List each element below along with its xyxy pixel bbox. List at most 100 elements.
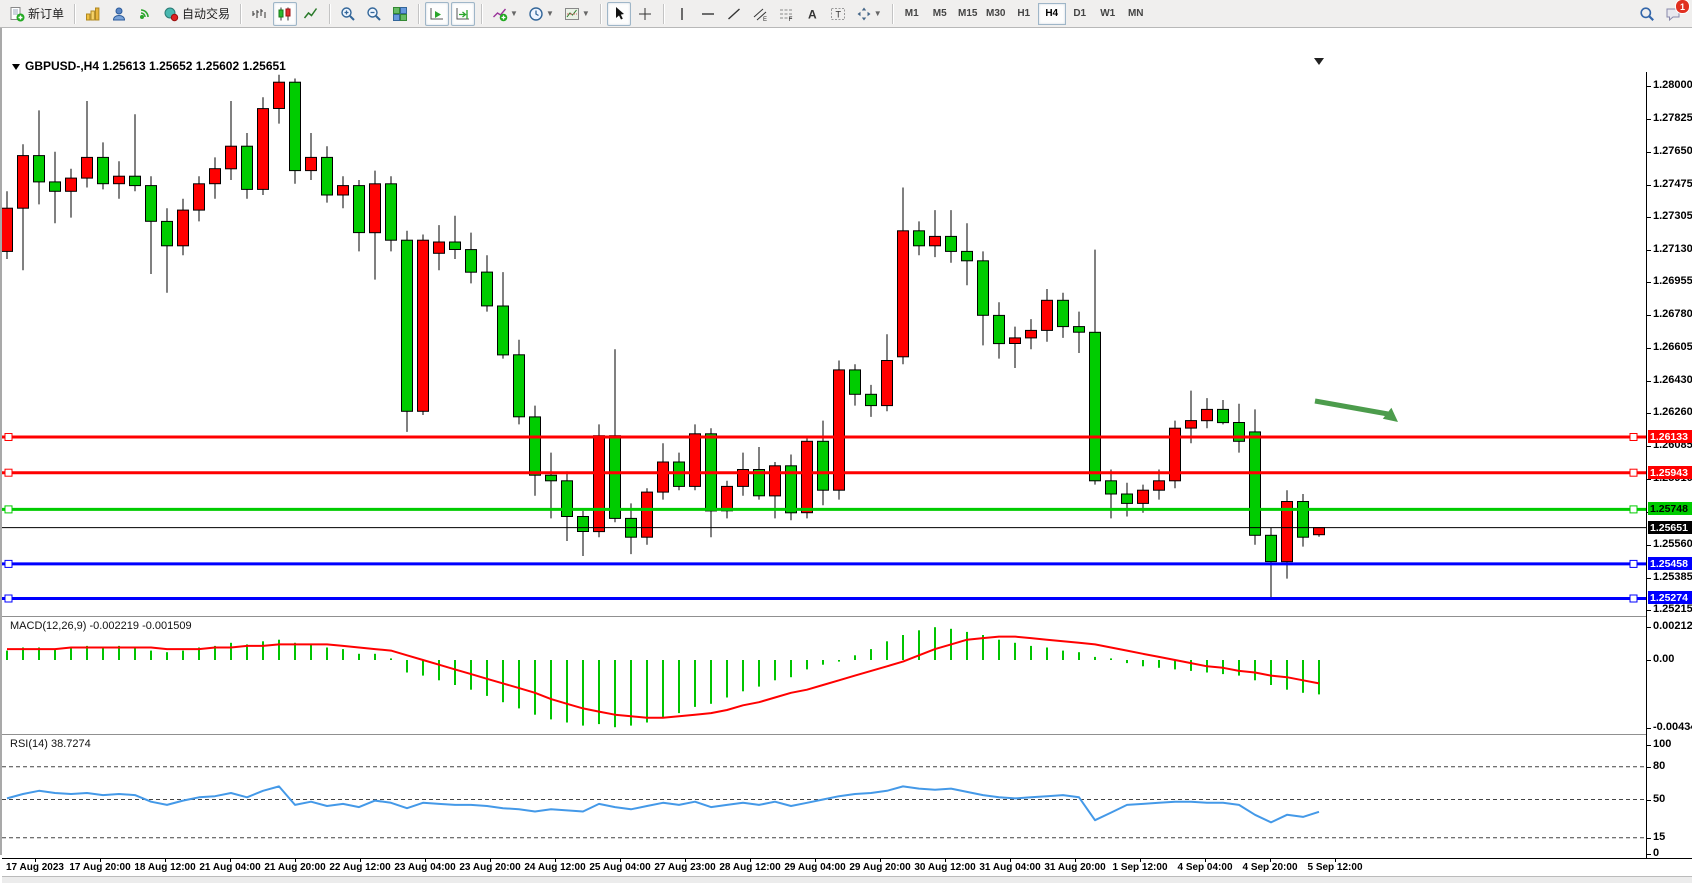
text-label-button[interactable]: T bbox=[826, 2, 850, 26]
rsi-indicator-label: RSI(14) 38.7274 bbox=[10, 738, 91, 750]
price-chart-canvas[interactable] bbox=[2, 72, 1646, 616]
timeframe-m30-button[interactable]: M30 bbox=[982, 3, 1010, 25]
hline-icon bbox=[700, 6, 716, 22]
status-strip bbox=[2, 876, 1692, 883]
chart-line-icon bbox=[303, 6, 319, 22]
line-chart-button[interactable] bbox=[299, 2, 323, 26]
time-tick-label: 4 Sep 04:00 bbox=[1177, 862, 1232, 873]
vline-icon bbox=[674, 6, 690, 22]
price-axis[interactable]: 1.280001.278251.276501.274751.273051.271… bbox=[1646, 72, 1692, 858]
market-watch-button[interactable] bbox=[81, 2, 105, 26]
tile-icon bbox=[392, 6, 408, 22]
label-t-icon: T bbox=[830, 6, 846, 22]
channel-icon: E bbox=[752, 6, 768, 22]
periods-button[interactable]: ▼ bbox=[524, 2, 558, 26]
timeframe-w1-button[interactable]: W1 bbox=[1094, 3, 1122, 25]
toolbar-separator bbox=[329, 4, 330, 24]
axis-tick bbox=[1647, 767, 1651, 768]
macd-tick-label: 0.002121 bbox=[1653, 620, 1692, 632]
autotrading-button[interactable]: 自动交易 bbox=[159, 2, 234, 26]
axis-tick bbox=[1647, 545, 1651, 546]
price-line-badge: 1.26133 bbox=[1648, 430, 1692, 443]
rsi-line bbox=[7, 786, 1319, 822]
search-button[interactable] bbox=[1635, 2, 1659, 26]
time-tick-label: 27 Aug 23:00 bbox=[654, 862, 715, 873]
new-order-button[interactable]: 新订单 bbox=[5, 2, 68, 26]
signals-button[interactable] bbox=[133, 2, 157, 26]
price-tick-label: 1.26260 bbox=[1653, 406, 1692, 418]
timeframe-m15-button[interactable]: M15 bbox=[954, 3, 982, 25]
shift-icon bbox=[455, 6, 471, 22]
crosshair-button[interactable] bbox=[633, 2, 657, 26]
profile-icon bbox=[111, 6, 127, 22]
time-tick-label: 23 Aug 20:00 bbox=[459, 862, 520, 873]
rsi-tick-label: 100 bbox=[1653, 738, 1671, 750]
rsi-levels bbox=[2, 767, 1646, 838]
candlestick-chart-button[interactable] bbox=[273, 2, 297, 26]
search-icon bbox=[1639, 6, 1655, 22]
axis-tick bbox=[1647, 838, 1651, 839]
timeframe-h4-button[interactable]: H4 bbox=[1038, 3, 1066, 25]
rsi-canvas[interactable] bbox=[2, 736, 1646, 858]
text-a-icon: A bbox=[804, 6, 820, 22]
fibonacci-button[interactable]: F bbox=[774, 2, 798, 26]
market-watch-icon bbox=[85, 6, 101, 22]
chart-shift-button[interactable] bbox=[451, 2, 475, 26]
time-axis[interactable]: 17 Aug 202317 Aug 20:0018 Aug 12:0021 Au… bbox=[2, 858, 1692, 876]
chart-window: GBPUSD-,H4 1.25613 1.25652 1.25602 1.256… bbox=[0, 28, 1692, 855]
time-tick-label: 29 Aug 20:00 bbox=[849, 862, 910, 873]
bar-chart-button[interactable] bbox=[247, 2, 271, 26]
timeframe-m1-button[interactable]: M1 bbox=[898, 3, 926, 25]
axis-tick bbox=[1647, 800, 1651, 801]
time-tick-label: 5 Sep 12:00 bbox=[1307, 862, 1362, 873]
dropdown-arrow-icon[interactable]: ▼ bbox=[582, 9, 590, 18]
macd-tick-label: -0.004348 bbox=[1653, 721, 1692, 733]
macd-canvas[interactable] bbox=[2, 618, 1646, 734]
axis-tick bbox=[1647, 152, 1651, 153]
symbol-quote-text: GBPUSD-,H4 1.25613 1.25652 1.25602 1.256… bbox=[25, 59, 286, 73]
zoom-in-button[interactable] bbox=[336, 2, 360, 26]
tile-windows-button[interactable] bbox=[388, 2, 412, 26]
timeframe-d1-button[interactable]: D1 bbox=[1066, 3, 1094, 25]
indicators-button[interactable]: ▼ bbox=[488, 2, 522, 26]
chart-bars-icon bbox=[251, 6, 267, 22]
arrows-button[interactable]: ▼ bbox=[852, 2, 886, 26]
templates-button[interactable]: ▼ bbox=[560, 2, 594, 26]
chevron-down-icon[interactable] bbox=[12, 64, 20, 70]
price-tick-label: 1.28000 bbox=[1653, 79, 1692, 91]
axis-tick bbox=[1647, 348, 1651, 349]
horizontal-line-button[interactable] bbox=[696, 2, 720, 26]
dropdown-arrow-icon[interactable]: ▼ bbox=[546, 9, 554, 18]
timeframe-h1-button[interactable]: H1 bbox=[1010, 3, 1038, 25]
axis-tick bbox=[1647, 185, 1651, 186]
price-line-badge: 1.25748 bbox=[1648, 502, 1692, 515]
time-tick-label: 17 Aug 20:00 bbox=[69, 862, 130, 873]
time-tick-label: 4 Sep 20:00 bbox=[1242, 862, 1297, 873]
channel-button[interactable]: E bbox=[748, 2, 772, 26]
cursor-button[interactable] bbox=[607, 2, 631, 26]
new-order-icon bbox=[9, 6, 25, 22]
price-tick-label: 1.26780 bbox=[1653, 308, 1692, 320]
auto-scroll-button[interactable] bbox=[425, 2, 449, 26]
time-tick-label: 24 Aug 12:00 bbox=[524, 862, 585, 873]
zoom-in-icon bbox=[340, 6, 356, 22]
time-tick-label: 30 Aug 12:00 bbox=[914, 862, 975, 873]
timeframe-m5-button[interactable]: M5 bbox=[926, 3, 954, 25]
svg-text:E: E bbox=[763, 17, 767, 22]
chart-shift-marker-icon[interactable] bbox=[1314, 58, 1324, 65]
trendline-button[interactable] bbox=[722, 2, 746, 26]
zoom-out-button[interactable] bbox=[362, 2, 386, 26]
toolbar-separator bbox=[663, 4, 664, 24]
timeframe-mn-button[interactable]: MN bbox=[1122, 3, 1150, 25]
toolbar-separator bbox=[481, 4, 482, 24]
price-tick-label: 1.26430 bbox=[1653, 374, 1692, 386]
profile-button[interactable] bbox=[107, 2, 131, 26]
vertical-line-button[interactable] bbox=[670, 2, 694, 26]
text-button[interactable]: A bbox=[800, 2, 824, 26]
dropdown-arrow-icon[interactable]: ▼ bbox=[874, 9, 882, 18]
notifications-button[interactable]: 1 bbox=[1661, 2, 1685, 26]
down-arrow-object[interactable] bbox=[1315, 401, 1398, 422]
axis-tick bbox=[1647, 86, 1651, 87]
price-tick-label: 1.27305 bbox=[1653, 210, 1692, 222]
dropdown-arrow-icon[interactable]: ▼ bbox=[510, 9, 518, 18]
